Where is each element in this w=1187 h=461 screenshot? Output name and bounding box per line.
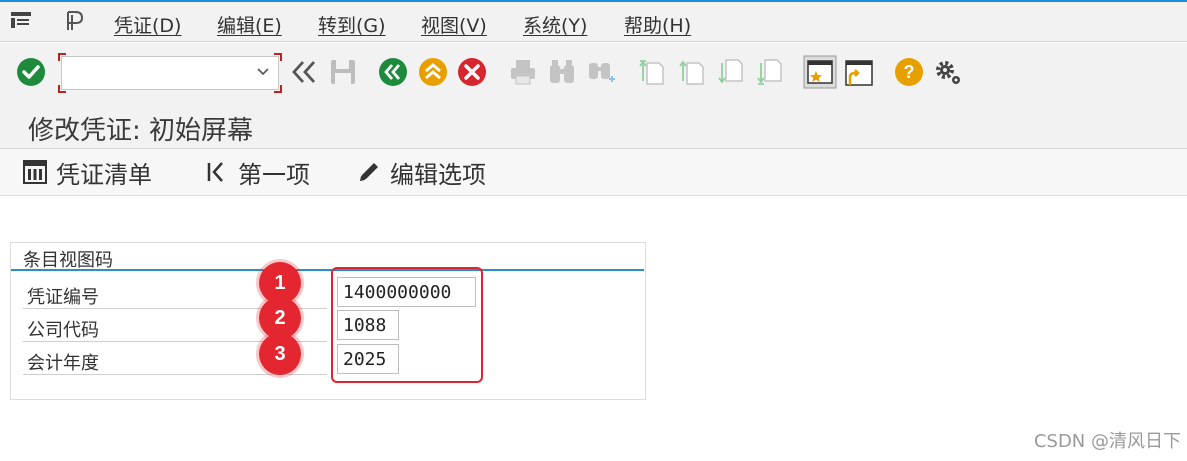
editing-options-label: 编辑选项 <box>390 160 486 189</box>
system-toolbar: ? <box>0 43 1187 101</box>
menu-icon[interactable] <box>10 11 32 29</box>
annotation-highlight-box <box>331 267 483 383</box>
command-input[interactable] <box>64 59 254 87</box>
chevron-down-icon[interactable] <box>256 63 270 81</box>
page-title: 修改凭证: 初始屏幕 <box>28 116 254 146</box>
list-icon <box>23 160 47 184</box>
first-item-label: 第一项 <box>238 160 310 189</box>
command-field[interactable] <box>58 53 282 93</box>
title-bar: 修改凭证: 初始屏幕 <box>0 101 1187 149</box>
first-item-icon <box>207 162 223 182</box>
next-page-icon[interactable] <box>716 57 746 87</box>
entry-view-group: 条目视图码 凭证编号 公司代码 会计年度 <box>10 242 646 400</box>
first-page-icon[interactable] <box>637 57 667 87</box>
menu-edit[interactable]: 编辑(E) <box>217 11 282 38</box>
last-page-icon[interactable] <box>755 57 785 87</box>
help-icon[interactable]: ? <box>894 57 924 87</box>
watermark: CSDN @清风日下 <box>1033 431 1181 452</box>
pencil-icon <box>360 163 378 181</box>
display-settings-icon[interactable] <box>64 10 86 32</box>
first-item-button[interactable]: 第一项 <box>204 157 310 189</box>
document-list-label: 凭证清单 <box>56 160 152 189</box>
menu-bar: 凭证(D) 编辑(E) 转到(G) 视图(V) 系统(Y) 帮助(H) <box>0 0 1187 42</box>
menu-document[interactable]: 凭证(D) <box>114 11 181 38</box>
group-divider <box>11 269 644 271</box>
annotation-badge-3: 3 <box>259 333 301 375</box>
settings-icon[interactable] <box>933 57 963 87</box>
menu-system[interactable]: 系统(Y) <box>523 11 587 38</box>
back-double-icon[interactable] <box>289 57 319 87</box>
find-next-icon[interactable] <box>587 57 617 87</box>
cancel-icon[interactable] <box>457 57 487 87</box>
create-session-icon[interactable] <box>803 55 837 89</box>
enter-icon[interactable] <box>16 57 46 87</box>
print-icon[interactable] <box>508 57 538 87</box>
shortcut-icon[interactable] <box>842 57 874 89</box>
svg-text:?: ? <box>904 62 915 82</box>
menu-view[interactable]: 视图(V) <box>421 11 487 38</box>
document-list-button[interactable]: 凭证清单 <box>22 157 152 189</box>
editing-options-button[interactable]: 编辑选项 <box>356 157 486 189</box>
menu-goto[interactable]: 转到(G) <box>318 11 386 38</box>
back-icon[interactable] <box>378 57 408 87</box>
application-toolbar: 凭证清单 第一项 编辑选项 <box>0 149 1187 196</box>
menu-help[interactable]: 帮助(H) <box>624 11 691 38</box>
save-icon[interactable] <box>328 57 358 87</box>
previous-page-icon[interactable] <box>677 57 707 87</box>
exit-icon[interactable] <box>418 57 448 87</box>
find-icon[interactable] <box>547 57 577 87</box>
